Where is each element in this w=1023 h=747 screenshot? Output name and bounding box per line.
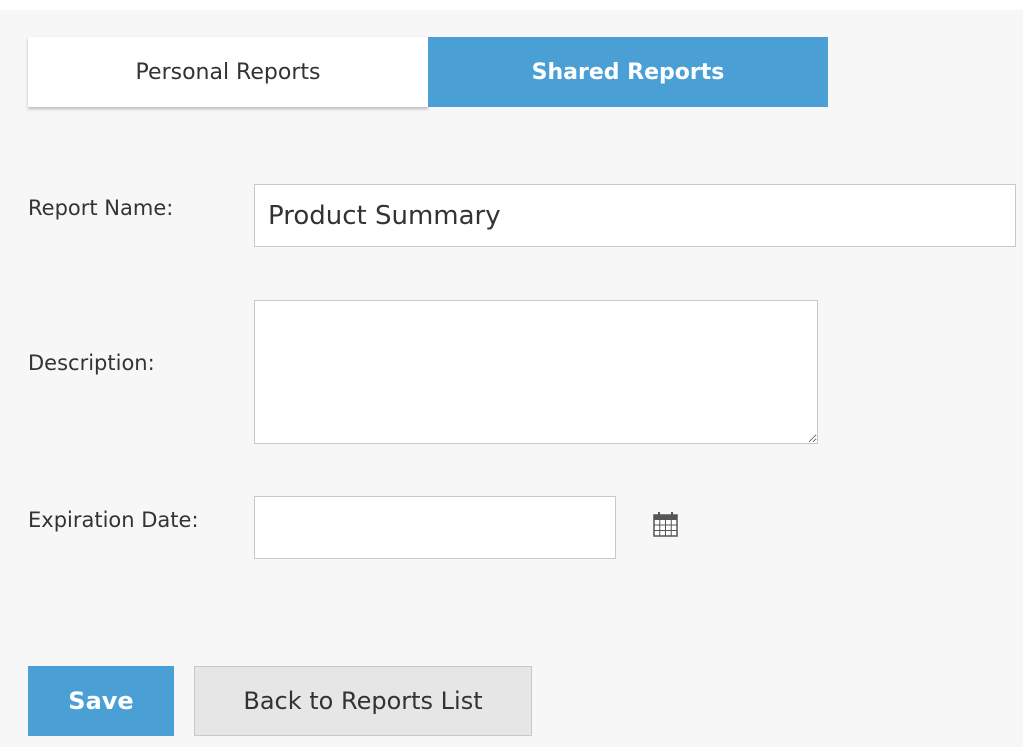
description-textarea[interactable] bbox=[254, 300, 818, 444]
report-settings-panel: Personal Reports Shared Reports Report N… bbox=[0, 10, 1023, 747]
expiration-date-label: Expiration Date: bbox=[28, 508, 199, 532]
save-button[interactable]: Save bbox=[28, 666, 174, 736]
report-type-tabs: Personal Reports Shared Reports bbox=[28, 37, 828, 107]
back-to-reports-list-button[interactable]: Back to Reports List bbox=[194, 666, 532, 736]
expiration-date-input[interactable] bbox=[254, 496, 616, 559]
report-name-input[interactable] bbox=[254, 184, 1016, 247]
description-label: Description: bbox=[28, 351, 155, 375]
tab-shared-reports[interactable]: Shared Reports bbox=[428, 37, 828, 107]
tab-personal-reports[interactable]: Personal Reports bbox=[28, 37, 428, 107]
report-name-label: Report Name: bbox=[28, 196, 174, 220]
calendar-icon[interactable] bbox=[652, 511, 679, 538]
